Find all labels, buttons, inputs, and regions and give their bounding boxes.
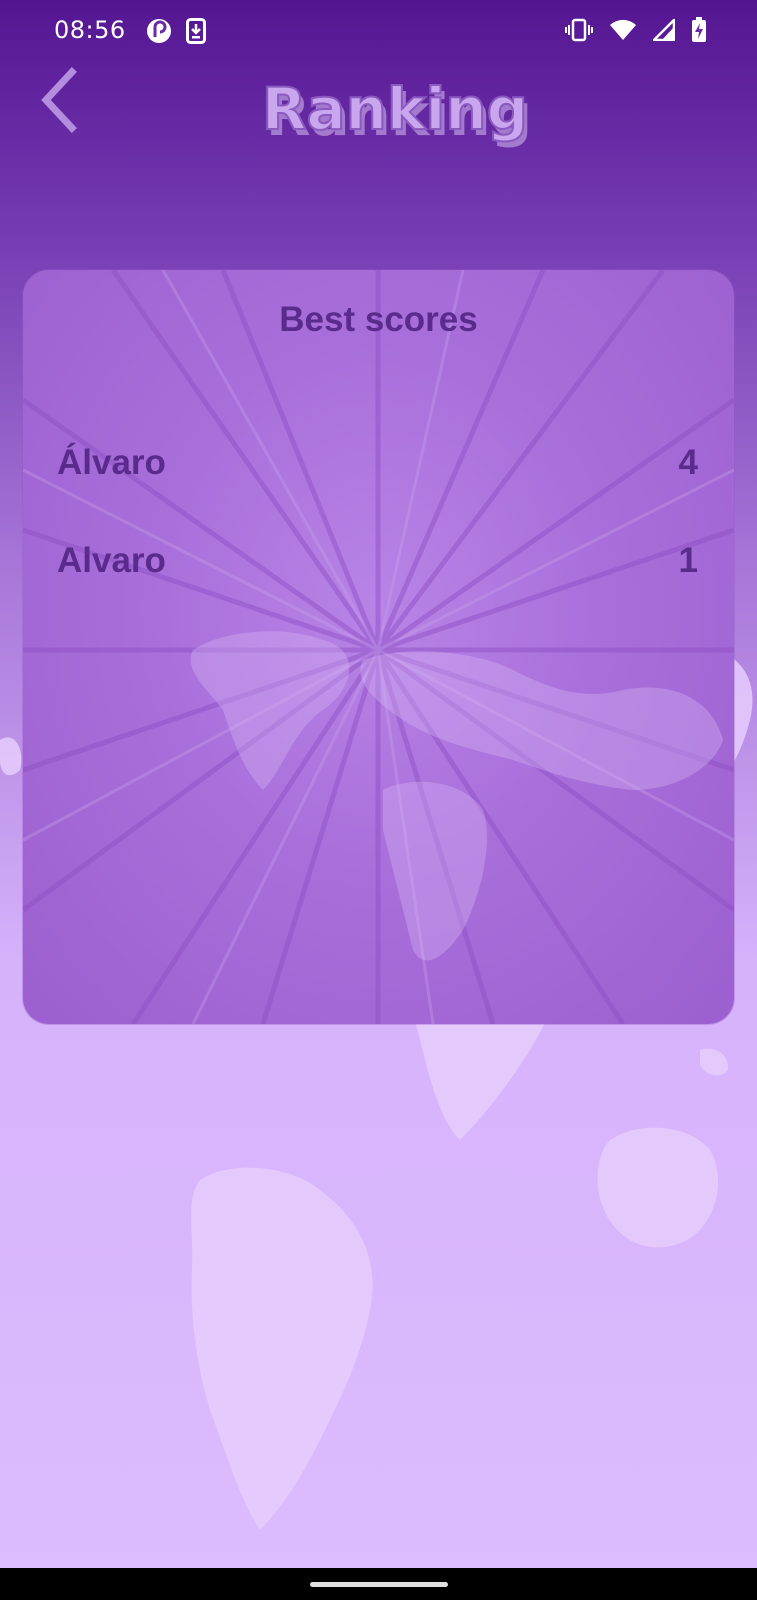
- status-time: 08:56: [54, 16, 126, 44]
- home-gesture-handle[interactable]: [310, 1582, 448, 1587]
- pocketcasts-icon: [146, 18, 172, 50]
- signal-icon: [650, 16, 676, 47]
- page-title-text: Ranking: [262, 75, 528, 143]
- player-name: Alvaro: [57, 541, 166, 580]
- wifi-icon: [609, 19, 637, 47]
- best-scores-title: Best scores: [279, 300, 478, 339]
- status-bar: 08:56: [0, 0, 757, 62]
- player-score: 1: [678, 541, 698, 580]
- player-score: 4: [678, 443, 698, 482]
- vibrate-icon: [565, 18, 593, 48]
- page-title: Ranking Ranking: [0, 64, 757, 154]
- download-icon: [186, 18, 206, 50]
- battery-charging-icon: [691, 17, 707, 49]
- list-item: Álvaro 4: [57, 414, 698, 512]
- ranking-list: Álvaro 4 Alvaro 1: [57, 414, 698, 610]
- navigation-bar: [0, 1568, 757, 1600]
- player-name: Álvaro: [57, 443, 166, 482]
- list-item: Alvaro 1: [57, 512, 698, 610]
- burst-rays-background: [23, 270, 734, 1024]
- ranking-card: Best scores Álvaro 4 Alvaro 1: [23, 270, 734, 1024]
